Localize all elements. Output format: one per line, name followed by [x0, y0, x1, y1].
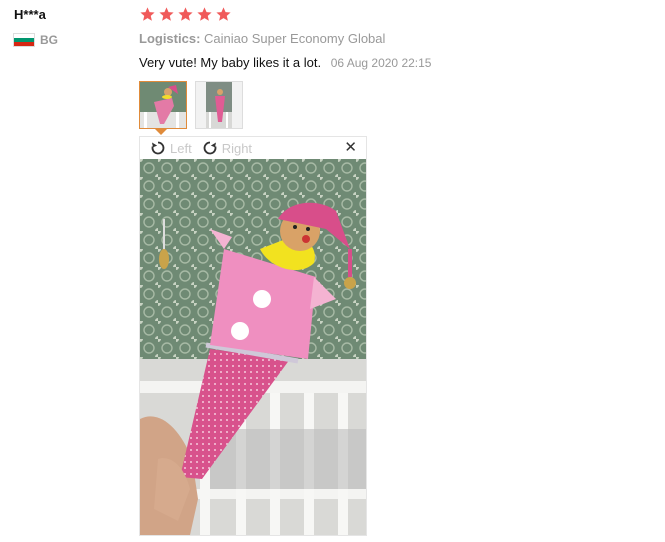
star-icon — [140, 7, 155, 21]
review-photo-thumbnail-1[interactable] — [139, 81, 187, 129]
review-photo-enlarged — [140, 159, 366, 535]
logistics-info: Logistics: Cainiao Super Economy Global — [139, 31, 385, 46]
review-body: Very vute! My baby likes it a lot. 06 Au… — [139, 55, 431, 70]
bulgaria-flag-icon — [14, 34, 34, 46]
rotate-right-button[interactable]: Right — [192, 140, 252, 156]
country-code: BG — [40, 33, 58, 47]
rotate-right-label: Right — [221, 140, 253, 156]
rotate-right-icon — [203, 141, 217, 155]
selected-thumbnail-caret — [155, 129, 167, 135]
review-date: 06 Aug 2020 22:15 — [330, 56, 432, 70]
photo-thumbnail-image — [140, 82, 186, 128]
star-rating — [139, 6, 232, 23]
close-icon[interactable]: ✕ — [344, 140, 357, 155]
logistics-label: Logistics: — [139, 31, 201, 46]
reviewer-country: BG — [14, 33, 58, 47]
rotate-left-button[interactable]: Left — [140, 140, 192, 156]
photo-thumbnail-image — [196, 82, 242, 128]
photo-viewer: Left Right ✕ — [139, 136, 367, 536]
star-icon — [159, 7, 174, 21]
viewer-toolbar: Left Right ✕ — [140, 137, 366, 159]
reviewer-name: H***a — [14, 7, 46, 22]
review-text: Very vute! My baby likes it a lot. — [139, 55, 322, 70]
star-icon — [216, 7, 231, 21]
review-photo-image — [140, 159, 366, 535]
logistics-value: Cainiao Super Economy Global — [204, 31, 386, 46]
star-icon — [178, 7, 193, 21]
review-photo-thumbnail-2[interactable] — [195, 81, 243, 129]
star-icon — [197, 7, 212, 21]
rotate-left-icon — [151, 141, 165, 155]
rotate-left-label: Left — [170, 140, 192, 156]
